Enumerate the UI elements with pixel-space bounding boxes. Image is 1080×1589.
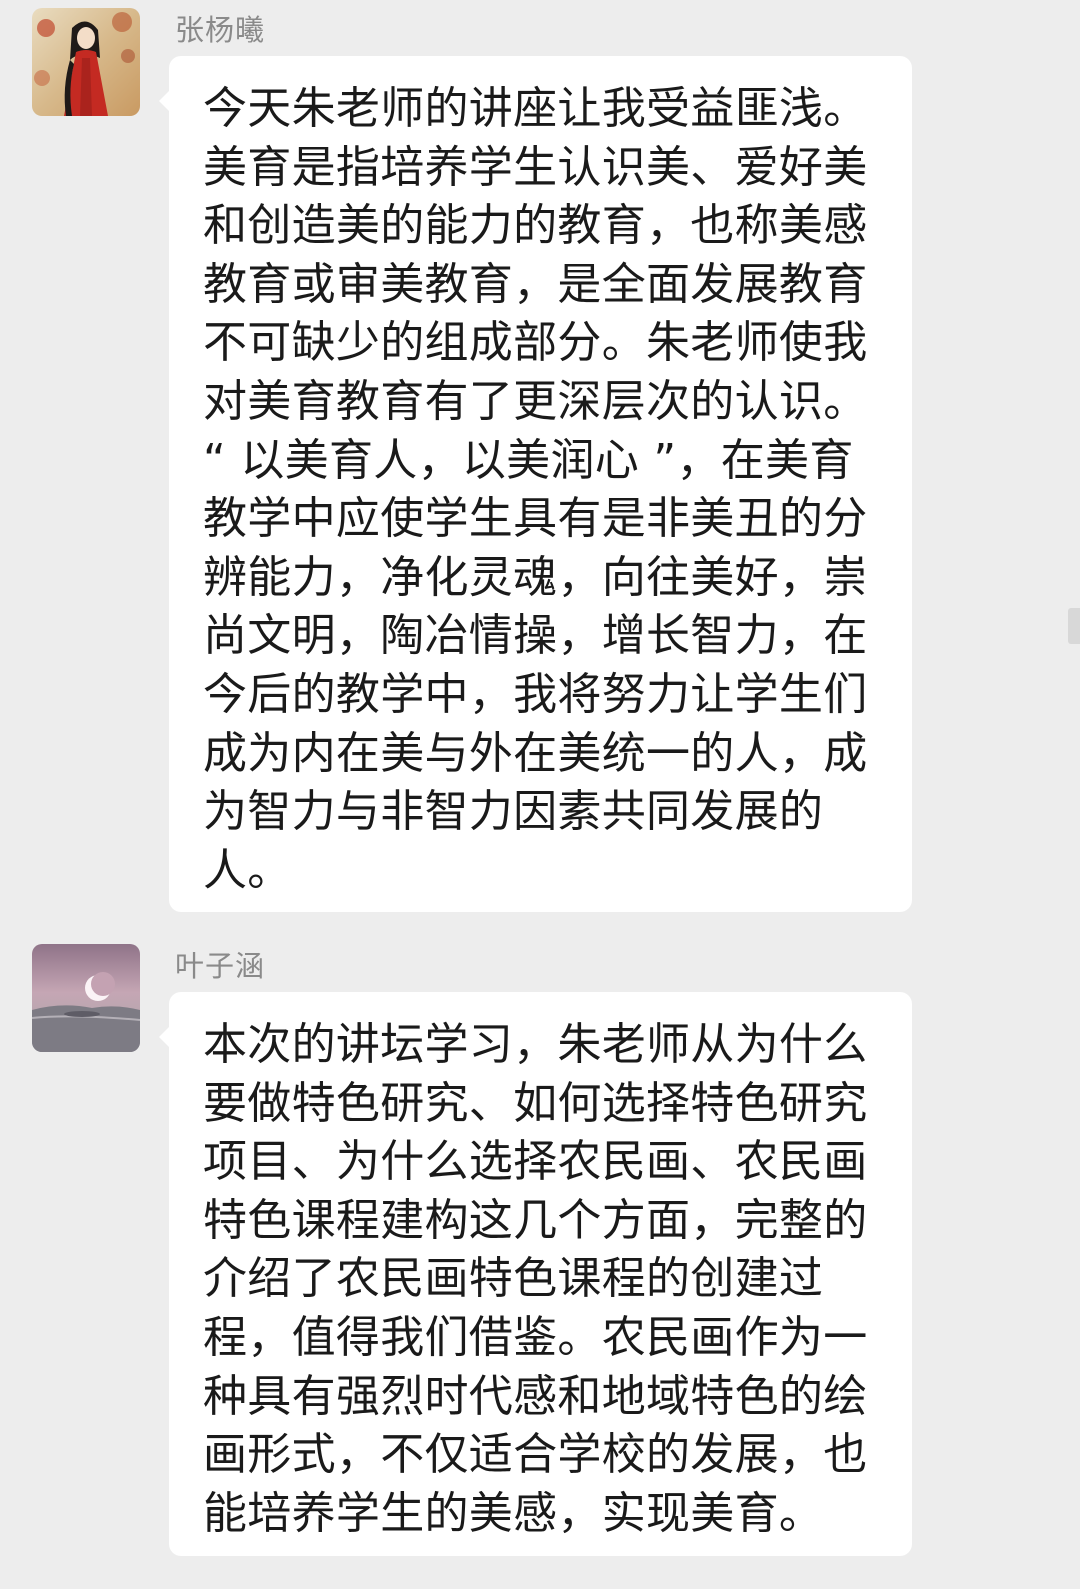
scrollbar-thumb[interactable] bbox=[1068, 608, 1080, 644]
sender-name: 张杨曦 bbox=[175, 13, 266, 47]
chat-message-list[interactable]: 张杨曦 今天朱老师的讲座让我受益匪浅。 美育是指培养学生认识美、爱好美 和创造美… bbox=[0, 0, 1080, 1589]
message-text: 今天朱老师的讲座让我受益匪浅。 美育是指培养学生认识美、爱好美 和创造美的能力的… bbox=[203, 83, 868, 896]
avatar-moon-landscape-icon[interactable] bbox=[32, 944, 140, 1052]
message-bubble[interactable]: 今天朱老师的讲座让我受益匪浅。 美育是指培养学生认识美、爱好美 和创造美的能力的… bbox=[159, 56, 912, 912]
avatar-girl-in-red-icon[interactable] bbox=[32, 8, 140, 116]
message-text: 本次的讲坛学习，朱老师从为什么 要做特色研究、如何选择特色研究 项目、为什么选择… bbox=[203, 1019, 868, 1539]
sender-name: 叶子涵 bbox=[175, 949, 266, 983]
message-bubble[interactable]: 本次的讲坛学习，朱老师从为什么 要做特色研究、如何选择特色研究 项目、为什么选择… bbox=[159, 992, 912, 1556]
